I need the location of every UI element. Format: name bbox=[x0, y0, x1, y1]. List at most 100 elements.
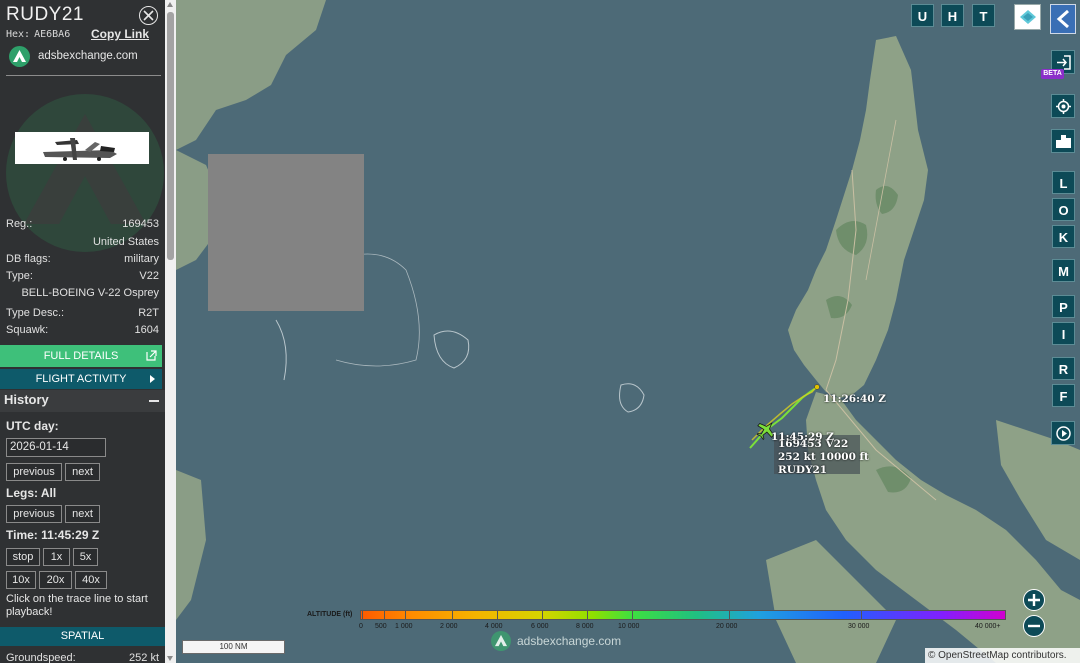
info-label: DB flags: bbox=[6, 253, 51, 265]
credit-suffix: contributors. bbox=[1011, 650, 1067, 661]
base-map-tiles bbox=[176, 0, 1080, 663]
legend-mark bbox=[497, 610, 498, 620]
replay-icon[interactable] bbox=[1051, 421, 1075, 445]
info-row-squawk: Squawk: 1604 bbox=[6, 324, 159, 336]
playback-stop-button[interactable]: stop bbox=[6, 548, 40, 566]
legend-mark bbox=[632, 610, 633, 620]
collapse-panel-button[interactable] bbox=[1050, 4, 1076, 34]
altitude-tick: 500 bbox=[375, 623, 387, 630]
day-next-button[interactable]: next bbox=[65, 463, 100, 481]
info-value: V22 bbox=[139, 270, 159, 282]
scrollbar-thumb[interactable] bbox=[167, 12, 174, 260]
source-link[interactable]: adsbexchange.com bbox=[9, 45, 138, 67]
info-value: R2T bbox=[138, 307, 159, 319]
history-header[interactable]: History bbox=[0, 390, 165, 412]
toggle-t-button[interactable]: T bbox=[972, 4, 995, 27]
day-previous-button[interactable]: previous bbox=[6, 463, 62, 481]
playback-10x-button[interactable]: 10x bbox=[6, 571, 36, 589]
legend-mark bbox=[362, 610, 363, 620]
utc-day-label: UTC day: bbox=[6, 419, 59, 433]
groundspeed-label: Groundspeed: bbox=[6, 652, 76, 663]
hex-label: Hex: bbox=[6, 29, 31, 40]
copy-link[interactable]: Copy Link bbox=[91, 27, 149, 41]
info-country: United States bbox=[92, 236, 159, 248]
toggle-m-button[interactable]: M bbox=[1052, 259, 1075, 282]
playback-1x-button[interactable]: 1x bbox=[43, 548, 70, 566]
altitude-legend-bar bbox=[360, 610, 1006, 620]
playback-40x-button[interactable]: 40x bbox=[75, 571, 107, 589]
legend-mark bbox=[384, 610, 385, 620]
legend-mark bbox=[587, 610, 588, 620]
aircraft-tag-line3: RUDY21 bbox=[778, 464, 828, 476]
scroll-up-icon[interactable] bbox=[167, 2, 173, 7]
info-type-full: BELL-BOEING V-22 Osprey bbox=[21, 287, 159, 299]
utc-date-input[interactable]: 2026-01-14 bbox=[6, 438, 106, 457]
toggle-i-button[interactable]: I bbox=[1052, 322, 1075, 345]
callsign-title: RUDY21 bbox=[6, 4, 84, 25]
toggle-f-button[interactable]: F bbox=[1052, 384, 1075, 407]
openstreetmap-link[interactable]: OpenStreetMap bbox=[938, 650, 1009, 661]
groundspeed-value: 252 kt bbox=[129, 652, 159, 663]
full-details-button[interactable]: FULL DETAILS bbox=[0, 345, 162, 367]
altitude-tick: 40 000+ bbox=[975, 623, 1001, 630]
toggle-h-button[interactable]: H bbox=[941, 4, 964, 27]
leg-previous-button[interactable]: previous bbox=[6, 505, 62, 523]
legend-mark bbox=[861, 610, 862, 620]
toggle-r-button[interactable]: R bbox=[1052, 357, 1075, 380]
zoom-out-button[interactable] bbox=[1023, 615, 1045, 637]
sidebar-scrollbar[interactable] bbox=[165, 0, 176, 663]
altitude-tick: 10 000 bbox=[618, 623, 640, 630]
info-label: Squawk: bbox=[6, 324, 49, 336]
toggle-o-button[interactable]: O bbox=[1052, 198, 1075, 221]
aircraft-photo[interactable] bbox=[15, 132, 149, 164]
map-watermark-text: adsbexchange.com bbox=[517, 634, 622, 648]
toggle-u-button[interactable]: U bbox=[911, 4, 934, 27]
full-details-label: FULL DETAILS bbox=[43, 350, 119, 362]
info-row-type-desc: Type Desc.: R2T bbox=[6, 307, 159, 319]
source-text: adsbexchange.com bbox=[38, 50, 138, 62]
gear-icon[interactable] bbox=[1051, 94, 1075, 118]
map-watermark: adsbexchange.com bbox=[491, 630, 621, 652]
altitude-tick: 30 000 bbox=[848, 623, 870, 630]
spatial-section-header[interactable]: SPATIAL bbox=[0, 627, 165, 646]
map-canvas[interactable] bbox=[176, 0, 1080, 663]
toggle-k-button[interactable]: K bbox=[1052, 225, 1075, 248]
external-link-icon bbox=[146, 350, 157, 361]
layers-icon[interactable] bbox=[1014, 4, 1041, 30]
hex-value: AE6BA6 bbox=[34, 29, 71, 40]
info-row-type: Type: V22 bbox=[6, 270, 159, 282]
info-label: Type Desc.: bbox=[6, 307, 65, 319]
altitude-tick: 6 000 bbox=[531, 623, 549, 630]
leaderboard-icon[interactable] bbox=[1051, 129, 1075, 153]
legend-mark bbox=[452, 610, 453, 620]
hex-row: Hex: AE6BA6 bbox=[6, 28, 70, 40]
playback-hint: Click on the trace line to start playbac… bbox=[6, 593, 148, 618]
altitude-tick: 20 000 bbox=[716, 623, 738, 630]
altitude-tick: 8 000 bbox=[576, 623, 594, 630]
info-value: 169453 bbox=[122, 218, 159, 230]
playback-time-label: Time: 11:45:29 Z bbox=[6, 528, 100, 542]
scroll-down-icon[interactable] bbox=[167, 656, 173, 661]
groundspeed-row: Groundspeed: 252 kt bbox=[6, 652, 159, 663]
aircraft-tag-line2: 252 kt 10000 ft bbox=[778, 451, 869, 463]
trace-start-time-label: 11:26:40 Z bbox=[823, 393, 886, 405]
info-row-db-flags: DB flags: military bbox=[6, 253, 159, 265]
map-scale-bar: 100 NM bbox=[182, 640, 285, 654]
toggle-p-button[interactable]: P bbox=[1052, 295, 1075, 318]
close-icon[interactable] bbox=[139, 6, 158, 25]
zoom-in-button[interactable] bbox=[1023, 589, 1045, 611]
flight-activity-button[interactable]: FLIGHT ACTIVITY bbox=[0, 369, 162, 389]
toggle-l-button[interactable]: L bbox=[1052, 171, 1075, 194]
playback-5x-button[interactable]: 5x bbox=[73, 548, 98, 566]
altitude-tick: 0 bbox=[359, 623, 363, 630]
legend-mark bbox=[729, 610, 730, 620]
playback-20x-button[interactable]: 20x bbox=[39, 571, 72, 589]
altitude-tick: 2 000 bbox=[440, 623, 458, 630]
credit-prefix: © bbox=[928, 650, 936, 661]
map-attribution: © OpenStreetMap contributors. bbox=[925, 648, 1080, 663]
adsbexchange-logo-icon bbox=[491, 631, 511, 651]
aircraft-info-sidebar: RUDY21 Hex: AE6BA6 Copy Link adsbexchange… bbox=[0, 0, 165, 663]
beta-badge: BETA bbox=[1041, 69, 1064, 79]
chevron-right-icon bbox=[150, 375, 155, 383]
leg-next-button[interactable]: next bbox=[65, 505, 100, 523]
